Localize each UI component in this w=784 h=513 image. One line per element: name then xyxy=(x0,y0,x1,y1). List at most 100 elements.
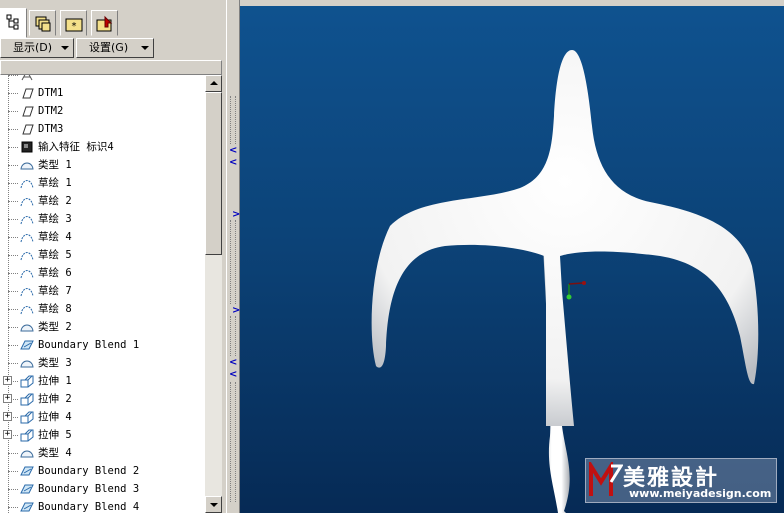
arrow-down-icon xyxy=(210,503,218,507)
chevron-down-icon xyxy=(61,46,69,50)
tree-connector xyxy=(8,291,18,292)
tree-item-label: 草绘 5 xyxy=(38,249,72,261)
tree-item[interactable]: 草绘 6 xyxy=(0,264,205,282)
tree-item[interactable]: + 拉伸 4 xyxy=(0,408,205,426)
tree-item-label: 拉伸 4 xyxy=(38,411,72,423)
tree-item[interactable]: DTM3 xyxy=(0,120,205,138)
tree-connector xyxy=(8,327,18,328)
settings-menu-button[interactable]: 设置(G) xyxy=(76,38,154,58)
tree-connector xyxy=(8,489,18,490)
tree-item[interactable]: 草绘 1 xyxy=(0,174,205,192)
expand-toggle[interactable]: + xyxy=(3,394,12,403)
tree-item[interactable]: + 拉伸 5 xyxy=(0,426,205,444)
navigator-tabs: * xyxy=(0,8,226,38)
expand-toggle[interactable]: + xyxy=(3,412,12,421)
chevron-left-icon[interactable]: < xyxy=(229,158,237,168)
splitter-grip[interactable] xyxy=(230,382,236,502)
tree-item[interactable]: 草绘 7 xyxy=(0,282,205,300)
tree-item[interactable]: 草绘 3 xyxy=(0,210,205,228)
tree-item[interactable]: 草绘 5 xyxy=(0,246,205,264)
tree-column-header[interactable] xyxy=(0,60,222,75)
tree-connector xyxy=(8,219,18,220)
tree-item-label: 拉伸 5 xyxy=(38,429,72,441)
coord-system-icon xyxy=(19,75,35,82)
sketch-icon xyxy=(19,176,35,190)
tree-connector xyxy=(8,111,18,112)
scroll-up-button[interactable] xyxy=(205,75,222,92)
tree-item[interactable]: 类型 2 xyxy=(0,318,205,336)
tree-item[interactable]: 输入特征 标识4 xyxy=(0,138,205,156)
tree-item[interactable]: 类型 4 xyxy=(0,444,205,462)
tree-item-label: 草绘 8 xyxy=(38,303,72,315)
tree-item[interactable] xyxy=(0,75,205,84)
tree-item[interactable]: DTM2 xyxy=(0,102,205,120)
tree-item[interactable]: 类型 1 xyxy=(0,156,205,174)
favorites-icon xyxy=(96,15,113,32)
tree-item-label: 草绘 1 xyxy=(38,177,72,189)
tree-connector xyxy=(8,453,18,454)
splitter-grip[interactable] xyxy=(230,96,236,144)
expand-toggle[interactable]: + xyxy=(3,376,12,385)
model-body[interactable] xyxy=(371,50,759,426)
tab-favorites[interactable] xyxy=(91,10,118,36)
sketch-icon xyxy=(19,230,35,244)
navigator-menu-bar: 显示(D) 设置(G) xyxy=(0,37,226,59)
tree-item[interactable]: 草绘 8 xyxy=(0,300,205,318)
chevron-left-icon[interactable]: < xyxy=(229,146,237,156)
type-icon xyxy=(19,446,35,460)
splitter-grip[interactable] xyxy=(230,220,236,304)
datum-plane-icon xyxy=(19,104,35,118)
tree-item-label: DTM3 xyxy=(38,123,64,135)
model-view[interactable] xyxy=(240,6,784,513)
tree-item[interactable]: + 拉伸 2 xyxy=(0,390,205,408)
tab-model-tree[interactable] xyxy=(0,8,27,38)
display-menu-button[interactable]: 显示(D) xyxy=(0,38,74,58)
tree-item[interactable]: Boundary Blend 1 xyxy=(0,336,205,354)
type-icon xyxy=(19,320,35,334)
tree-item[interactable]: 草绘 2 xyxy=(0,192,205,210)
tree-item[interactable]: DTM1 xyxy=(0,84,205,102)
chevron-left-icon[interactable]: < xyxy=(229,358,237,368)
tree-connector xyxy=(8,147,18,148)
tree-item-label: 类型 4 xyxy=(38,447,72,459)
tree-connector xyxy=(8,507,18,508)
tree-item-label: Boundary Blend 2 xyxy=(38,465,140,477)
sketch-icon xyxy=(19,248,35,262)
tree-item-label: 拉伸 2 xyxy=(38,393,72,405)
scroll-down-button[interactable] xyxy=(205,496,222,513)
boundary-blend-icon xyxy=(19,500,35,513)
tree-item[interactable]: + 拉伸 1 xyxy=(0,372,205,390)
model-tree-icon xyxy=(6,14,19,30)
tab-layers[interactable] xyxy=(29,10,56,36)
tree-item[interactable]: Boundary Blend 2 xyxy=(0,462,205,480)
chevron-left-icon[interactable]: < xyxy=(229,370,237,380)
scrollbar-thumb[interactable] xyxy=(205,92,222,255)
tree-connector xyxy=(8,345,18,346)
navigator-panel: * 显示(D) 设置(G) DTM1 DTM2 DTM3 输入特征 标识4 类型 1 草绘… xyxy=(0,0,226,513)
panel-splitter[interactable]: < < > > < < xyxy=(226,0,240,513)
datum-plane-icon xyxy=(19,122,35,136)
tree-item-label: Boundary Blend 4 xyxy=(38,501,140,513)
tree-item[interactable]: Boundary Blend 4 xyxy=(0,498,205,513)
expand-toggle[interactable]: + xyxy=(3,430,12,439)
boundary-blend-icon xyxy=(19,482,35,496)
tree-item[interactable]: 草绘 4 xyxy=(0,228,205,246)
star-folder-icon: * xyxy=(65,18,83,32)
graphics-viewport[interactable] xyxy=(240,6,784,513)
tab-folder-browser[interactable]: * xyxy=(60,10,87,36)
tree-connector xyxy=(8,75,18,76)
boundary-blend-icon xyxy=(19,464,35,478)
tree-connector xyxy=(8,93,18,94)
tree-scrollbar[interactable] xyxy=(205,75,222,513)
tree-connector xyxy=(8,255,18,256)
tree-item[interactable]: 类型 3 xyxy=(0,354,205,372)
watermark: 美雅設計 www.meiyadesign.com xyxy=(585,458,777,503)
watermark-url: www.meiyadesign.com xyxy=(629,487,772,500)
tree-item[interactable]: Boundary Blend 3 xyxy=(0,480,205,498)
tree-item-label: 拉伸 1 xyxy=(38,375,72,387)
sketch-icon xyxy=(19,284,35,298)
tree-item-label: Boundary Blend 1 xyxy=(38,339,140,351)
tree-item-label: DTM1 xyxy=(38,87,64,99)
splitter-grip[interactable] xyxy=(230,316,236,356)
tree-connector xyxy=(8,183,18,184)
